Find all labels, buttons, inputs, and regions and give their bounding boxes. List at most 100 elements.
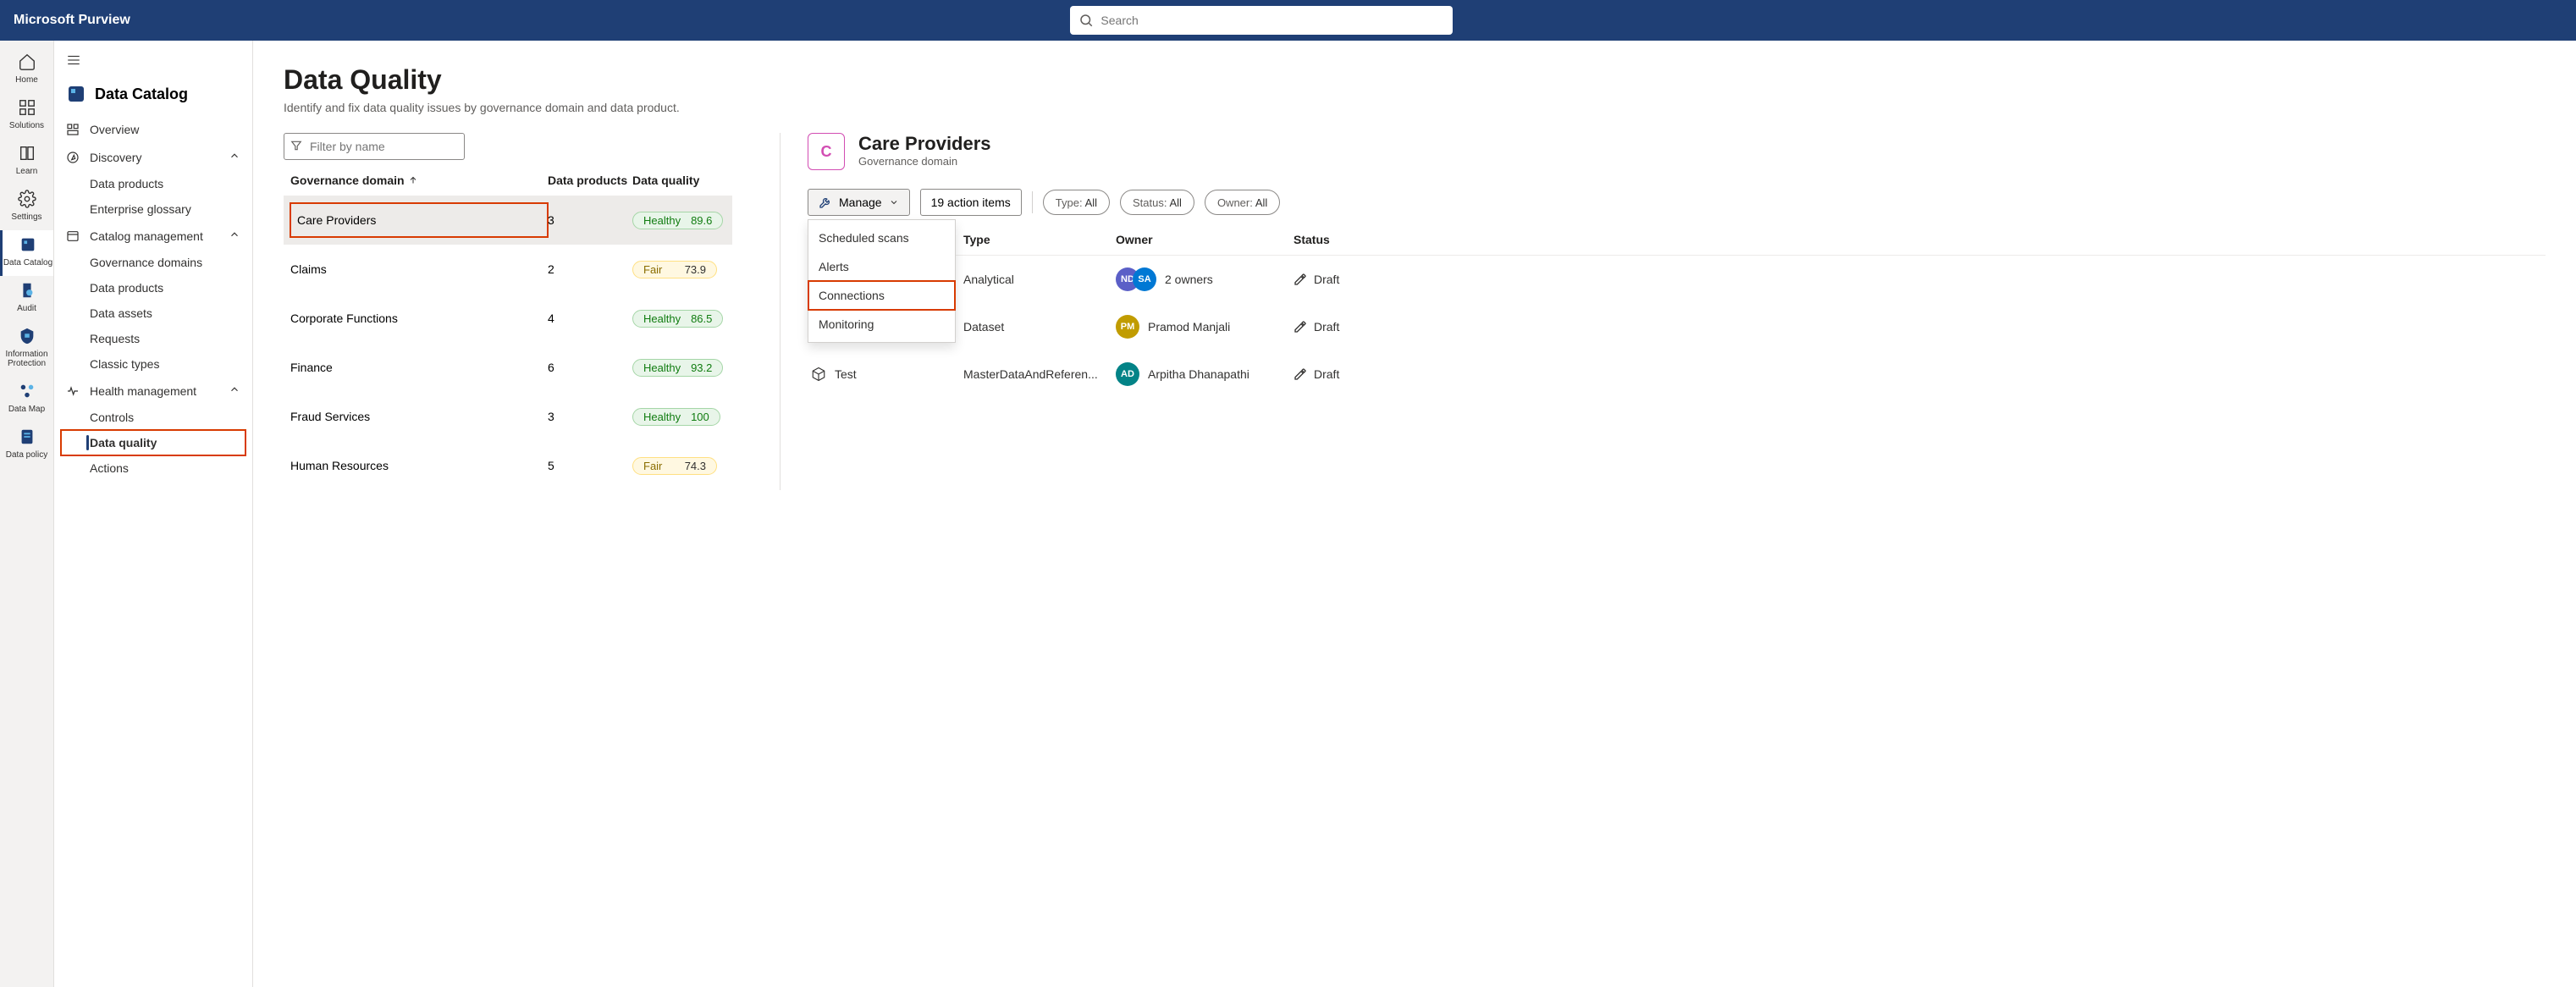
domain-name: Human Resources <box>290 459 548 472</box>
map-icon <box>18 382 36 403</box>
menu-monitoring[interactable]: Monitoring <box>808 310 955 339</box>
global-search[interactable] <box>1070 6 1453 35</box>
hamburger-button[interactable] <box>54 49 252 80</box>
search-input[interactable] <box>1070 6 1453 35</box>
quality-badge: Healthy 93.2 <box>632 359 723 377</box>
filter-status[interactable]: Status:All <box>1120 190 1194 215</box>
health-icon <box>66 384 81 398</box>
table-row[interactable]: Claims 2 Fair 73.9 <box>284 245 732 294</box>
sidebar-item-glossary[interactable]: Enterprise glossary <box>54 196 252 222</box>
dp-type-cell: Analytical <box>963 273 1116 286</box>
avatar: PM <box>1116 315 1139 339</box>
rail-solutions[interactable]: Solutions <box>0 93 53 139</box>
sidebar-item-requests[interactable]: Requests <box>54 326 252 351</box>
sidebar-item-gov-domains[interactable]: Governance domains <box>54 250 252 275</box>
quality-status: Fair <box>643 460 662 472</box>
chevron-up-icon <box>229 383 240 398</box>
menu-alerts[interactable]: Alerts <box>808 252 955 281</box>
sidebar-health[interactable]: Health management <box>54 377 252 405</box>
sidebar-item-data-products[interactable]: Data products <box>54 171 252 196</box>
filter-type[interactable]: Type:All <box>1043 190 1110 215</box>
quality-score: 73.9 <box>685 263 706 276</box>
sidebar-item-data-quality[interactable]: Data quality <box>61 430 245 455</box>
search-icon <box>1078 13 1094 28</box>
home-icon <box>18 52 36 74</box>
col-owner[interactable]: Owner <box>1116 233 1294 246</box>
sidebar-overview[interactable]: Overview <box>54 116 252 143</box>
filter-owner[interactable]: Owner:All <box>1205 190 1280 215</box>
rail-home[interactable]: Home <box>0 47 53 93</box>
sort-asc-icon <box>408 175 418 185</box>
quality-cell: Healthy 100 <box>632 408 725 426</box>
table-row[interactable]: Analytical NDSA2 owners Draft <box>808 256 2546 303</box>
top-bar: Microsoft Purview <box>0 0 2576 41</box>
table-row[interactable]: Fraud Services 3 Healthy 100 <box>284 392 732 441</box>
quality-badge: Healthy 89.6 <box>632 212 723 229</box>
table-row[interactable]: Care Providers 3 Healthy 89.6 <box>284 196 732 245</box>
avatar: AD <box>1116 362 1139 386</box>
manage-button[interactable]: Manage <box>808 189 910 216</box>
page-title: Data Quality <box>284 64 2546 96</box>
app-title: Microsoft Purview <box>14 13 130 28</box>
product-count: 4 <box>548 312 632 325</box>
menu-scheduled-scans[interactable]: Scheduled scans <box>808 223 955 252</box>
folder-icon <box>66 229 81 243</box>
product-count: 2 <box>548 262 632 276</box>
chevron-up-icon <box>229 229 240 243</box>
filter-icon <box>290 140 302 152</box>
quality-cell: Healthy 93.2 <box>632 359 725 377</box>
quality-cell: Healthy 86.5 <box>632 310 725 328</box>
shield-icon <box>18 327 36 348</box>
main-content: Data Quality Identify and fix data quali… <box>253 41 2576 987</box>
product-count: 3 <box>548 410 632 423</box>
sidebar-item-data-assets[interactable]: Data assets <box>54 301 252 326</box>
chevron-up-icon <box>229 150 240 164</box>
filter-input[interactable] <box>284 133 465 160</box>
col-data-quality[interactable]: Data quality <box>632 174 725 187</box>
quality-score: 86.5 <box>691 312 712 325</box>
action-items-button[interactable]: 19 action items <box>920 189 1022 216</box>
col-status[interactable]: Status <box>1294 233 2542 246</box>
sidebar-item-classic[interactable]: Classic types <box>54 351 252 377</box>
domain-name: Claims <box>290 262 548 276</box>
dp-status-cell: Draft <box>1294 320 2542 334</box>
sidebar-item-data-products-2[interactable]: Data products <box>54 275 252 301</box>
sidebar-discovery[interactable]: Discovery <box>54 143 252 171</box>
quality-badge: Healthy 100 <box>632 408 720 426</box>
overview-icon <box>66 123 81 136</box>
dp-type-cell: MasterDataAndReferen... <box>963 367 1116 381</box>
gear-icon <box>18 190 36 211</box>
table-row[interactable]: Corporate Functions 4 Healthy 86.5 <box>284 294 732 343</box>
dp-type-cell: Dataset <box>963 320 1116 334</box>
table-row[interactable]: Finance 6 Healthy 93.2 <box>284 343 732 392</box>
rail-data-policy[interactable]: Data policy <box>0 422 53 468</box>
chevron-down-icon <box>889 197 899 207</box>
rail-audit[interactable]: Audit <box>0 276 53 322</box>
dp-status-cell: Draft <box>1294 367 2542 381</box>
menu-connections[interactable]: Connections <box>808 281 955 310</box>
rail-data-catalog[interactable]: Data Catalog <box>0 230 53 276</box>
compass-icon <box>66 151 81 164</box>
dp-owner-cell: NDSA2 owners <box>1116 267 1294 291</box>
detail-title: Care Providers <box>858 133 991 155</box>
sidebar-item-actions[interactable]: Actions <box>54 455 252 481</box>
domain-name: Finance <box>290 361 548 374</box>
sidebar-item-controls[interactable]: Controls <box>54 405 252 430</box>
quality-cell: Fair 74.3 <box>632 457 725 475</box>
quality-score: 100 <box>691 411 709 423</box>
table-row[interactable]: Dataset PMPramod Manjali Draft <box>808 303 2546 350</box>
quality-status: Healthy <box>643 214 681 227</box>
rail-settings[interactable]: Settings <box>0 185 53 230</box>
rail-data-map[interactable]: Data Map <box>0 377 53 422</box>
quality-status: Healthy <box>643 361 681 374</box>
rail-learn[interactable]: Learn <box>0 139 53 185</box>
domain-name: Care Providers <box>290 203 548 237</box>
quality-status: Healthy <box>643 312 681 325</box>
col-governance-domain[interactable]: Governance domain <box>290 174 548 187</box>
rail-info-protection[interactable]: Information Protection <box>0 322 53 377</box>
sidebar-catalog-mgmt[interactable]: Catalog management <box>54 222 252 250</box>
table-row[interactable]: Test MasterDataAndReferen... ADArpitha D… <box>808 350 2546 398</box>
col-data-products[interactable]: Data products <box>548 174 632 187</box>
col-type[interactable]: Type <box>963 233 1116 246</box>
table-row[interactable]: Human Resources 5 Fair 74.3 <box>284 441 732 490</box>
